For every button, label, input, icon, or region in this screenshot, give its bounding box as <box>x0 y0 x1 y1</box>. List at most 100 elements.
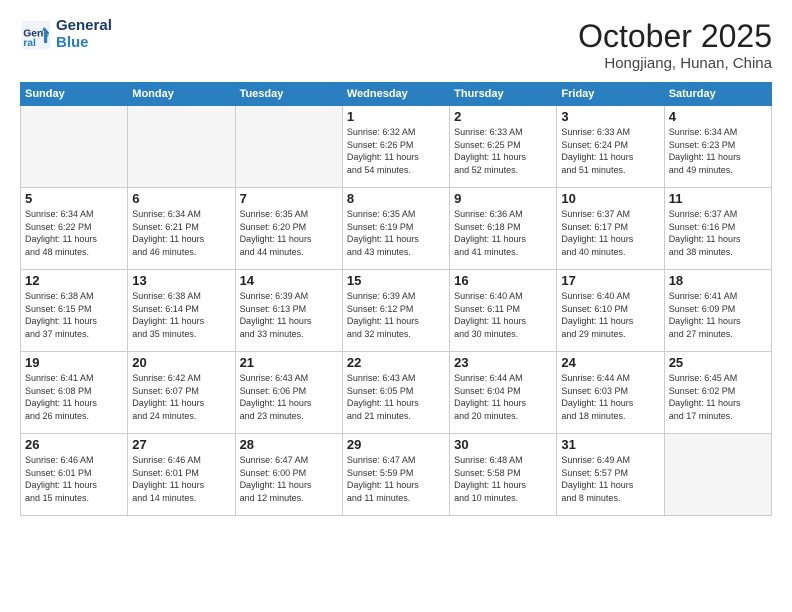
cell-info: Sunrise: 6:44 AM Sunset: 6:03 PM Dayligh… <box>561 372 659 422</box>
day-header-monday: Monday <box>128 83 235 106</box>
day-number: 17 <box>561 273 659 288</box>
calendar-cell: 17 Sunrise: 6:40 AM Sunset: 6:10 PM Dayli… <box>557 270 664 352</box>
calendar-cell: 13 Sunrise: 6:38 AM Sunset: 6:14 PM Dayli… <box>128 270 235 352</box>
calendar-cell: 14 Sunrise: 6:39 AM Sunset: 6:13 PM Dayli… <box>235 270 342 352</box>
day-number: 6 <box>132 191 230 206</box>
day-number: 5 <box>25 191 123 206</box>
calendar-cell <box>128 106 235 188</box>
day-number: 7 <box>240 191 338 206</box>
title-block: October 2025 Hongjiang, Hunan, China <box>578 18 772 72</box>
day-number: 27 <box>132 437 230 452</box>
day-header-friday: Friday <box>557 83 664 106</box>
day-number: 28 <box>240 437 338 452</box>
cell-info: Sunrise: 6:36 AM Sunset: 6:18 PM Dayligh… <box>454 208 552 258</box>
day-number: 26 <box>25 437 123 452</box>
day-number: 19 <box>25 355 123 370</box>
day-number: 16 <box>454 273 552 288</box>
header: Gene ral General Blue October 2025 Hongj… <box>20 18 772 72</box>
cell-info: Sunrise: 6:35 AM Sunset: 6:20 PM Dayligh… <box>240 208 338 258</box>
calendar-cell: 20 Sunrise: 6:42 AM Sunset: 6:07 PM Dayli… <box>128 352 235 434</box>
day-number: 31 <box>561 437 659 452</box>
calendar-cell: 1Sunrise: 6:32 AM Sunset: 6:26 PM Daylig… <box>342 106 449 188</box>
cell-info: Sunrise: 6:38 AM Sunset: 6:15 PM Dayligh… <box>25 290 123 340</box>
cell-info: Sunrise: 6:45 AM Sunset: 6:02 PM Dayligh… <box>669 372 767 422</box>
calendar-cell: 24 Sunrise: 6:44 AM Sunset: 6:03 PM Dayli… <box>557 352 664 434</box>
cell-info: Sunrise: 6:47 AM Sunset: 5:59 PM Dayligh… <box>347 454 445 504</box>
cell-info: Sunrise: 6:43 AM Sunset: 6:05 PM Dayligh… <box>347 372 445 422</box>
day-number: 8 <box>347 191 445 206</box>
calendar-cell: 9 Sunrise: 6:36 AM Sunset: 6:18 PM Daylig… <box>450 188 557 270</box>
day-number: 13 <box>132 273 230 288</box>
day-number: 15 <box>347 273 445 288</box>
calendar-cell: 15 Sunrise: 6:39 AM Sunset: 6:12 PM Dayli… <box>342 270 449 352</box>
calendar-cell <box>664 434 771 516</box>
calendar-cell: 26Sunrise: 6:46 AM Sunset: 6:01 PM Dayli… <box>21 434 128 516</box>
calendar-cell: 10Sunrise: 6:37 AM Sunset: 6:17 PM Dayli… <box>557 188 664 270</box>
day-number: 14 <box>240 273 338 288</box>
cell-info: Sunrise: 6:37 AM Sunset: 6:16 PM Dayligh… <box>669 208 767 258</box>
cell-info: Sunrise: 6:41 AM Sunset: 6:09 PM Dayligh… <box>669 290 767 340</box>
cell-info: Sunrise: 6:39 AM Sunset: 6:12 PM Dayligh… <box>347 290 445 340</box>
svg-text:ral: ral <box>23 38 36 49</box>
calendar-week-5: 26 Sunrise: 6:46 AM Sunset: 6:01 PM Dayli… <box>21 434 772 516</box>
page: Gene ral General Blue October 2025 Hongj… <box>0 0 792 612</box>
calendar-cell: 22 Sunrise: 6:43 AM Sunset: 6:05 PM Dayli… <box>342 352 449 434</box>
calendar-week-4: 19 Sunrise: 6:41 AM Sunset: 6:08 PM Dayli… <box>21 352 772 434</box>
day-number: 20 <box>132 355 230 370</box>
calendar-cell: 27 Sunrise: 6:46 AM Sunset: 6:01 PM Dayli… <box>128 434 235 516</box>
calendar-cell <box>21 106 128 188</box>
day-header-tuesday: Tuesday <box>235 83 342 106</box>
calendar-table: SundayMondayTuesdayWednesdayThursdayFrid… <box>20 82 772 516</box>
calendar-cell: 19 Sunrise: 6:41 AM Sunset: 6:08 PM Dayli… <box>21 352 128 434</box>
day-number: 30 <box>454 437 552 452</box>
day-number: 12 <box>25 273 123 288</box>
calendar-cell: 16 Sunrise: 6:40 AM Sunset: 6:11 PM Dayli… <box>450 270 557 352</box>
logo-icon: Gene ral <box>20 19 52 51</box>
day-number: 24 <box>561 355 659 370</box>
day-number: 25 <box>669 355 767 370</box>
logo: Gene ral General Blue <box>20 18 112 51</box>
cell-info: Sunrise: 6:34 AM Sunset: 6:22 PM Dayligh… <box>25 208 123 258</box>
day-number: 22 <box>347 355 445 370</box>
cell-info: Sunrise: 6:39 AM Sunset: 6:13 PM Dayligh… <box>240 290 338 340</box>
calendar-week-1: 1Sunrise: 6:32 AM Sunset: 6:26 PM Daylig… <box>21 106 772 188</box>
month-title: October 2025 <box>578 18 772 55</box>
logo-line2: Blue <box>56 35 112 52</box>
calendar-header-row: SundayMondayTuesdayWednesdayThursdayFrid… <box>21 83 772 106</box>
day-number: 29 <box>347 437 445 452</box>
calendar-cell: 3 Sunrise: 6:33 AM Sunset: 6:24 PM Daylig… <box>557 106 664 188</box>
day-number: 4 <box>669 109 767 124</box>
day-number: 18 <box>669 273 767 288</box>
calendar-cell: 31 Sunrise: 6:49 AM Sunset: 5:57 PM Dayli… <box>557 434 664 516</box>
day-number: 21 <box>240 355 338 370</box>
calendar-cell: 6 Sunrise: 6:34 AM Sunset: 6:21 PM Daylig… <box>128 188 235 270</box>
cell-info: Sunrise: 6:46 AM Sunset: 6:01 PM Dayligh… <box>132 454 230 504</box>
cell-info: Sunrise: 6:49 AM Sunset: 5:57 PM Dayligh… <box>561 454 659 504</box>
calendar-cell: 7 Sunrise: 6:35 AM Sunset: 6:20 PM Daylig… <box>235 188 342 270</box>
calendar-week-3: 12 Sunrise: 6:38 AM Sunset: 6:15 PM Dayli… <box>21 270 772 352</box>
cell-info: Sunrise: 6:33 AM Sunset: 6:24 PM Dayligh… <box>561 126 659 176</box>
day-number: 3 <box>561 109 659 124</box>
cell-info: Sunrise: 6:47 AM Sunset: 6:00 PM Dayligh… <box>240 454 338 504</box>
calendar-cell: 23 Sunrise: 6:44 AM Sunset: 6:04 PM Dayli… <box>450 352 557 434</box>
cell-info: Sunrise: 6:42 AM Sunset: 6:07 PM Dayligh… <box>132 372 230 422</box>
cell-info: Sunrise: 6:38 AM Sunset: 6:14 PM Dayligh… <box>132 290 230 340</box>
cell-info: Sunrise: 6:34 AM Sunset: 6:21 PM Dayligh… <box>132 208 230 258</box>
calendar-cell: 29 Sunrise: 6:47 AM Sunset: 5:59 PM Dayli… <box>342 434 449 516</box>
cell-info: Sunrise: 6:48 AM Sunset: 5:58 PM Dayligh… <box>454 454 552 504</box>
calendar-cell: 28 Sunrise: 6:47 AM Sunset: 6:00 PM Dayli… <box>235 434 342 516</box>
cell-info: Sunrise: 6:43 AM Sunset: 6:06 PM Dayligh… <box>240 372 338 422</box>
cell-info: Sunrise: 6:40 AM Sunset: 6:10 PM Dayligh… <box>561 290 659 340</box>
calendar-cell: 2Sunrise: 6:33 AM Sunset: 6:25 PM Daylig… <box>450 106 557 188</box>
day-number: 11 <box>669 191 767 206</box>
day-number: 2 <box>454 109 552 124</box>
cell-info: Sunrise: 6:40 AM Sunset: 6:11 PM Dayligh… <box>454 290 552 340</box>
cell-info: Sunrise: 6:41 AM Sunset: 6:08 PM Dayligh… <box>25 372 123 422</box>
day-number: 9 <box>454 191 552 206</box>
day-header-wednesday: Wednesday <box>342 83 449 106</box>
day-number: 23 <box>454 355 552 370</box>
cell-info: Sunrise: 6:35 AM Sunset: 6:19 PM Dayligh… <box>347 208 445 258</box>
calendar-cell: 18 Sunrise: 6:41 AM Sunset: 6:09 PM Dayli… <box>664 270 771 352</box>
cell-info: Sunrise: 6:44 AM Sunset: 6:04 PM Dayligh… <box>454 372 552 422</box>
day-header-sunday: Sunday <box>21 83 128 106</box>
